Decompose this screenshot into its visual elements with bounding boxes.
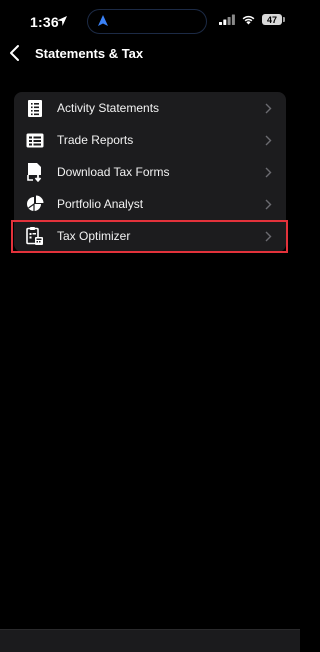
battery-level: 47 [266,14,277,25]
chevron-right-icon [265,135,272,146]
page-title: Statements & Tax [35,46,144,61]
chevron-right-icon [265,103,272,114]
back-chevron-icon[interactable] [8,44,22,62]
signal-icon [219,14,235,25]
status-time: 1:36 [30,14,59,30]
menu-item-portfolio-analyst[interactable]: Portfolio Analyst [14,188,286,220]
pie-chart-icon [26,194,44,214]
tax-optimizer-icon [26,226,44,246]
chevron-right-icon [265,199,272,210]
menu-item-label: Portfolio Analyst [57,197,144,211]
chevron-right-icon [265,167,272,178]
menu-item-trade-reports[interactable]: Trade Reports [14,124,286,156]
status-bar: 1:36 47 [0,0,300,44]
battery-icon: 47 [262,14,285,25]
menu-item-label: Tax Optimizer [57,229,131,243]
menu-item-activity-statements[interactable]: Activity Statements [14,92,286,124]
menu-item-label: Activity Statements [57,101,160,115]
menu-item-label: Download Tax Forms [57,165,170,179]
dynamic-island [87,9,207,34]
menu-item-download-tax-forms[interactable]: Download Tax Forms [14,156,286,188]
menu-item-tax-optimizer[interactable]: Tax Optimizer [14,220,286,252]
report-icon [26,130,44,150]
wifi-icon [242,15,255,25]
status-indicators: 47 [219,14,285,25]
statements-menu: Activity Statements Trade Reports Downlo… [14,92,286,252]
menu-item-label: Trade Reports [57,133,134,147]
chevron-right-icon [265,231,272,242]
statement-icon [26,98,44,118]
download-form-icon [26,162,44,182]
location-arrow-icon [57,16,67,26]
bottom-bar [0,629,300,652]
navigation-icon [98,15,108,26]
nav-header: Statements & Tax [0,40,300,70]
